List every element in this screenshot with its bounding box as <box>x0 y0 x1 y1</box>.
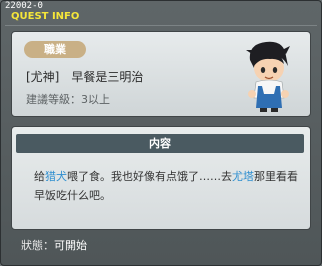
desc-text-2: 喂了食。我也好像有点饿了……去 <box>67 170 232 183</box>
quest-status: 狀態：可開始 <box>21 237 87 253</box>
quest-info-window: 22002-0 QUEST INFO 職業 [尤神] 早餐是三明治 建議等級：3… <box>0 0 322 266</box>
quest-name: [尤神] 早餐是三明治 <box>26 70 144 84</box>
quest-description: 给猎犬喂了食。我也好像有点饿了……去尤塔那里看看早饭吃什么吧。 <box>34 167 300 205</box>
status-label: 狀態： <box>21 239 54 252</box>
job-badge: 職業 <box>24 41 86 58</box>
window-title: QUEST INFO <box>11 11 80 22</box>
status-value: 可開始 <box>54 239 87 252</box>
content-header: 内容 <box>16 134 304 153</box>
title-divider <box>5 25 317 26</box>
highlight-npc-hound[interactable]: 猎犬 <box>45 170 67 183</box>
highlight-npc-yuta[interactable]: 尤塔 <box>232 170 254 183</box>
desc-text-1: 给 <box>34 170 45 183</box>
quest-info-panel: 職業 [尤神] 早餐是三明治 建議等級：3以上 <box>11 31 311 117</box>
npc-portrait-icon <box>246 41 290 112</box>
quest-id: 22002-0 <box>5 1 43 11</box>
quest-content-panel: 内容 给猎犬喂了食。我也好像有点饿了……去尤塔那里看看早饭吃什么吧。 <box>11 126 311 230</box>
quest-level: 建議等級：3以上 <box>26 93 110 106</box>
